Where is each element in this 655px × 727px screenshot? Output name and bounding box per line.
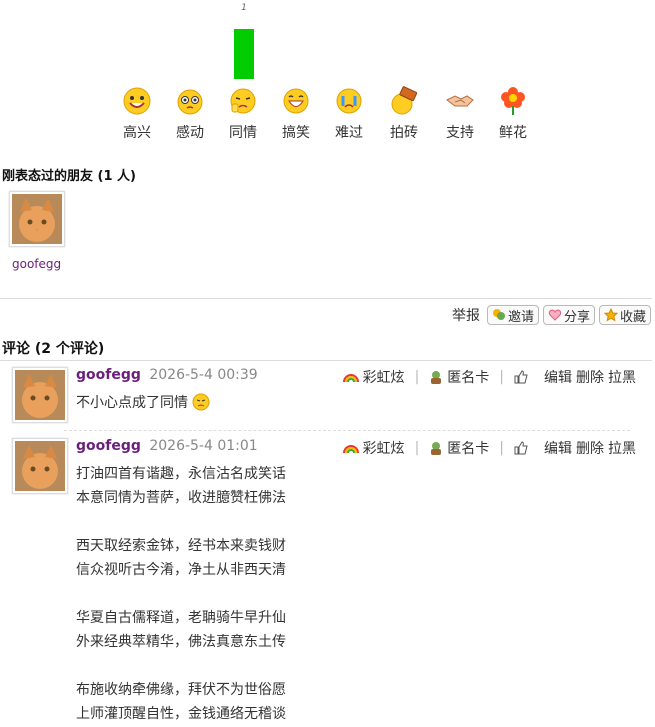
star-icon xyxy=(603,308,618,322)
favorite-label: 收藏 xyxy=(619,309,646,325)
thumbs-up-icon[interactable] xyxy=(514,370,528,384)
invite-icon xyxy=(492,309,505,320)
separator: | xyxy=(414,440,420,456)
vote-count-label: 1 xyxy=(241,3,247,13)
mood-flower[interactable]: 鲜花 xyxy=(488,86,538,142)
avatar[interactable] xyxy=(12,438,68,494)
mood-list: 高兴 感动 同情 搞笑 难过 拍砖 支持 鲜花 xyxy=(112,86,552,146)
mood-label: 同情 xyxy=(229,125,257,141)
delete-link[interactable]: 删除 xyxy=(576,438,604,458)
sympathy-face-icon xyxy=(192,393,210,411)
block-link[interactable]: 拉黑 xyxy=(608,438,636,458)
comment-time: 2026-5-4 01:01 xyxy=(149,438,258,454)
share-label: 分享 xyxy=(563,309,590,325)
handshake-icon xyxy=(446,95,474,107)
comment-header: goofegg 2026-5-4 00:39 彩虹炫 | 匿名卡 | 编辑 删除… xyxy=(76,367,636,387)
comment-user-link[interactable]: goofegg xyxy=(76,438,141,454)
mood-label: 高兴 xyxy=(123,125,151,141)
invite-label: 邀请 xyxy=(507,309,534,325)
invite-button[interactable]: 邀请 xyxy=(486,305,539,325)
comment-header: goofegg 2026-5-4 01:01 彩虹炫 | 匿名卡 | 编辑 删除… xyxy=(76,438,636,458)
mood-label: 搞笑 xyxy=(282,125,310,141)
mood-touched[interactable]: 感动 xyxy=(165,86,215,142)
rainbow-icon xyxy=(342,374,359,383)
delete-link[interactable]: 删除 xyxy=(576,367,604,387)
block-link[interactable]: 拉黑 xyxy=(608,367,636,387)
friend-name-link[interactable]: goofegg xyxy=(12,257,61,271)
comment-text: 打油四首有谐趣，永信沽名成笑话 本意同情为菩萨，收进臆赞枉佛法 西天取经索金钵，… xyxy=(76,466,286,722)
mood-label: 拍砖 xyxy=(390,125,418,141)
separator: | xyxy=(499,369,504,385)
mood-label: 感动 xyxy=(176,125,204,141)
separator: | xyxy=(414,369,420,385)
action-bar: 举报 邀请 分享 收藏 xyxy=(452,305,651,325)
comment-divider xyxy=(64,430,630,431)
mood-sad[interactable]: 难过 xyxy=(324,86,374,142)
sympathy-face-icon xyxy=(230,88,256,114)
recent-friends-title: 刚表态过的朋友 (1 人) xyxy=(2,169,136,184)
mood-happy[interactable]: 高兴 xyxy=(112,86,162,142)
share-button[interactable]: 分享 xyxy=(542,305,595,325)
mood-label: 鲜花 xyxy=(499,125,527,141)
rainbow-button[interactable]: 彩虹炫 xyxy=(363,367,405,387)
friend-item[interactable]: goofegg xyxy=(9,191,65,271)
comment-time: 2026-5-4 00:39 xyxy=(149,367,258,383)
rainbow-icon xyxy=(342,445,359,454)
mood-sympathy[interactable]: 同情 xyxy=(218,86,268,142)
anonymous-card-button[interactable]: 匿名卡 xyxy=(447,438,489,458)
comments-title: 评论 (2 个评论) xyxy=(2,341,105,357)
mood-laughing[interactable]: 搞笑 xyxy=(271,86,321,142)
laughing-face-icon xyxy=(283,88,309,114)
heart-icon xyxy=(548,309,562,321)
comment-tools: 彩虹炫 | 匿名卡 | 编辑 删除 拉黑 xyxy=(342,438,636,458)
anonymous-card-icon xyxy=(431,442,442,455)
rainbow-button[interactable]: 彩虹炫 xyxy=(363,438,405,458)
edit-link[interactable]: 编辑 xyxy=(544,367,572,387)
mood-label: 难过 xyxy=(335,125,363,141)
brick-icon xyxy=(391,86,418,115)
favorite-button[interactable]: 收藏 xyxy=(598,305,651,325)
mood-support[interactable]: 支持 xyxy=(435,86,485,142)
comment-text: 不小心点成了同情 xyxy=(76,391,210,415)
separator: | xyxy=(499,440,504,456)
mood-label: 支持 xyxy=(446,125,474,141)
edit-link[interactable]: 编辑 xyxy=(544,438,572,458)
divider xyxy=(0,298,652,299)
thumbs-up-icon[interactable] xyxy=(514,441,528,455)
anonymous-card-button[interactable]: 匿名卡 xyxy=(447,367,489,387)
report-link[interactable]: 举报 xyxy=(452,305,480,325)
happy-face-icon xyxy=(123,87,151,115)
vote-bar-sympathy xyxy=(234,29,254,79)
divider xyxy=(0,360,652,361)
anonymous-card-icon xyxy=(431,371,442,384)
touched-face-icon xyxy=(177,89,203,115)
avatar[interactable] xyxy=(9,191,65,247)
flower-icon xyxy=(501,87,525,115)
mood-brick[interactable]: 拍砖 xyxy=(379,86,429,142)
comment-user-link[interactable]: goofegg xyxy=(76,367,141,383)
crying-face-icon xyxy=(336,88,362,114)
avatar[interactable] xyxy=(12,367,68,423)
comment-tools: 彩虹炫 | 匿名卡 | 编辑 删除 拉黑 xyxy=(342,367,636,387)
